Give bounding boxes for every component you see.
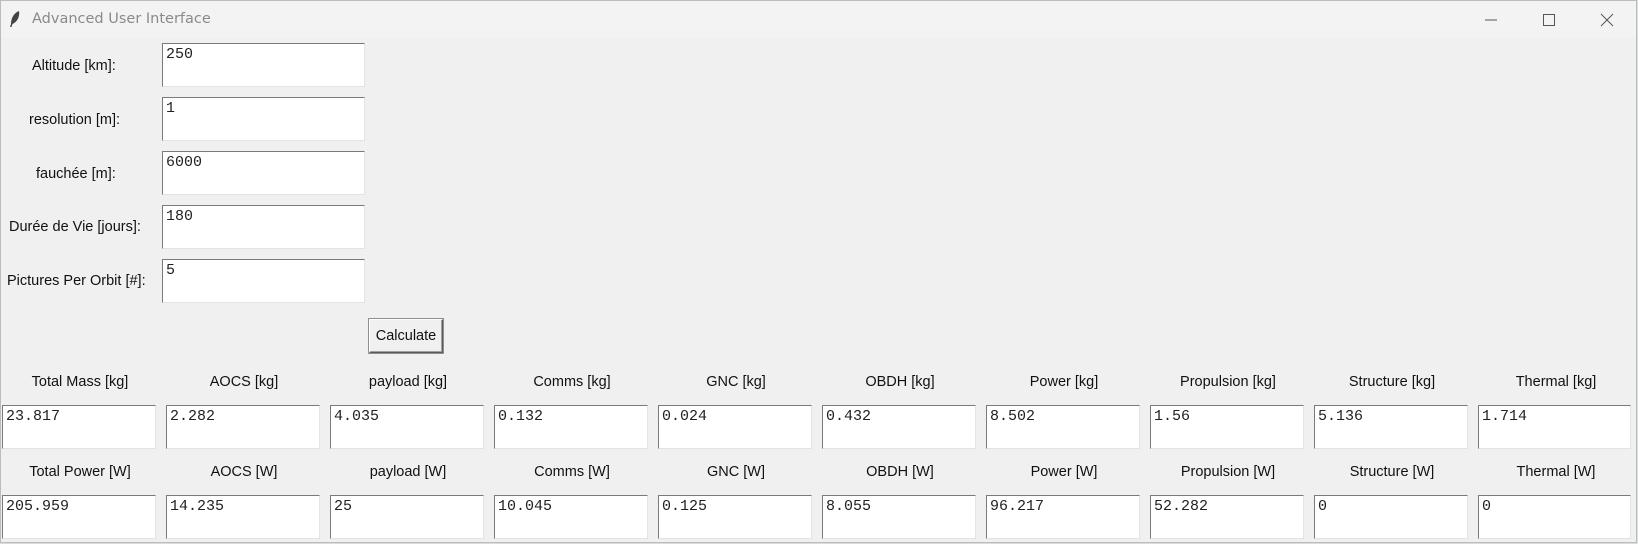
maximize-button[interactable] xyxy=(1520,1,1578,38)
power-value[interactable]: 0.125 xyxy=(658,495,812,539)
close-button[interactable] xyxy=(1578,1,1636,38)
power-label: payload [W] xyxy=(369,464,447,480)
mass-value[interactable]: 2.282 xyxy=(166,405,320,449)
mass-value[interactable]: 5.136 xyxy=(1314,405,1468,449)
mass-value[interactable]: 0.132 xyxy=(494,405,648,449)
window-title: Advanced User Interface xyxy=(32,11,211,27)
power-label: Power [W] xyxy=(1030,464,1098,480)
mass-value[interactable]: 0.432 xyxy=(822,405,976,449)
resolution-input[interactable]: 1 xyxy=(162,97,365,141)
feather-icon xyxy=(8,10,22,28)
power-value[interactable]: 10.045 xyxy=(494,495,648,539)
pictures-per-orbit-input[interactable]: 5 xyxy=(162,259,365,303)
power-value[interactable]: 0 xyxy=(1478,495,1631,539)
altitude-label: Altitude [km]: xyxy=(32,58,116,74)
title-bar[interactable]: Advanced User Interface xyxy=(1,1,1636,38)
power-value[interactable]: 8.055 xyxy=(822,495,976,539)
power-label: AOCS [W] xyxy=(210,464,278,480)
mass-label: payload [kg] xyxy=(368,374,448,390)
power-value[interactable]: 0 xyxy=(1314,495,1468,539)
power-value[interactable]: 205.959 xyxy=(2,495,156,539)
lifetime-input[interactable]: 180 xyxy=(162,205,365,249)
mass-label: OBDH [kg] xyxy=(865,374,935,390)
mass-label: Power [kg] xyxy=(1029,374,1099,390)
mass-label: Thermal [kg] xyxy=(1515,374,1597,390)
maximize-icon xyxy=(1543,14,1555,26)
resolution-label: resolution [m]: xyxy=(29,112,121,128)
power-label: Comms [W] xyxy=(534,464,610,480)
power-value[interactable]: 25 xyxy=(330,495,484,539)
mass-label: Total Mass [kg] xyxy=(31,374,129,390)
calculate-button[interactable]: Calculate xyxy=(369,319,443,353)
mass-label: GNC [kg] xyxy=(706,374,766,390)
lifetime-label: Durée de Vie [jours]: xyxy=(9,219,141,235)
mass-label: Structure [kg] xyxy=(1348,374,1436,390)
pictures-per-orbit-label: Pictures Per Orbit [#]: xyxy=(7,273,146,289)
mass-label: AOCS [kg] xyxy=(209,374,279,390)
power-label: Thermal [W] xyxy=(1516,464,1596,480)
close-icon xyxy=(1600,13,1614,27)
power-label: Structure [W] xyxy=(1349,464,1435,480)
mass-value[interactable]: 0.024 xyxy=(658,405,812,449)
power-value[interactable]: 14.235 xyxy=(166,495,320,539)
minimize-icon xyxy=(1485,19,1497,21)
power-value[interactable]: 52.282 xyxy=(1150,495,1304,539)
mass-value[interactable]: 1.56 xyxy=(1150,405,1304,449)
power-label: OBDH [W] xyxy=(866,464,934,480)
mass-label: Propulsion [kg] xyxy=(1180,374,1276,390)
power-label: GNC [W] xyxy=(707,464,765,480)
mass-value[interactable]: 1.714 xyxy=(1478,405,1631,449)
minimize-button[interactable] xyxy=(1462,1,1520,38)
mass-value[interactable]: 4.035 xyxy=(330,405,484,449)
app-window: Advanced User Interface Altitude [km]: 2… xyxy=(0,0,1637,543)
power-label: Total Power [W] xyxy=(29,464,131,480)
mass-label: Comms [kg] xyxy=(533,374,611,390)
swath-label: fauchée [m]: xyxy=(36,166,116,182)
mass-value[interactable]: 8.502 xyxy=(986,405,1140,449)
mass-value[interactable]: 23.817 xyxy=(2,405,156,449)
power-label: Propulsion [W] xyxy=(1180,464,1276,480)
altitude-input[interactable]: 250 xyxy=(162,43,365,87)
power-value[interactable]: 96.217 xyxy=(986,495,1140,539)
swath-input[interactable]: 6000 xyxy=(162,151,365,195)
